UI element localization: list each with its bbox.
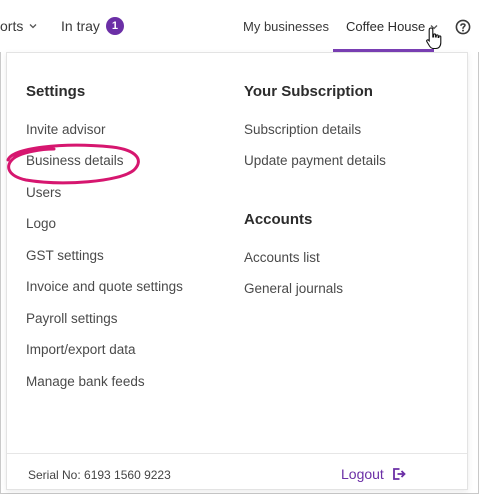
logout-icon [392,468,406,480]
logout-label: Logout [341,466,384,482]
menu-item-general-journals[interactable]: General journals [244,281,343,296]
in-tray-count-badge: 1 [105,17,124,35]
menu-item-update-payment-details[interactable]: Update payment details [244,153,386,168]
chevron-down-icon [29,24,37,29]
menu-item-accounts-list[interactable]: Accounts list [244,250,320,265]
nav-in-tray-label: In tray [61,18,100,34]
menu-item-invoice-quote-settings[interactable]: Invoice and quote settings [26,279,183,294]
menu-item-logo[interactable]: Logo [26,216,56,231]
hand-cursor-icon [426,27,442,50]
top-navigation: orts In tray 1 My businesses Coffee Hous… [0,0,479,52]
accounts-heading: Accounts [244,211,313,228]
footer-divider [7,453,467,454]
menu-item-manage-bank-feeds[interactable]: Manage bank feeds [26,374,145,389]
menu-item-users[interactable]: Users [26,185,61,200]
settings-heading: Settings [26,83,86,100]
question-circle-icon[interactable] [455,19,471,35]
menu-item-subscription-details[interactable]: Subscription details [244,122,361,137]
subscription-heading: Your Subscription [244,83,373,100]
business-name-label: Coffee House [346,19,426,34]
business-settings-dropdown: Settings Invite advisor Business details… [6,52,468,490]
nav-reports[interactable]: orts [0,18,38,34]
menu-item-invite-advisor[interactable]: Invite advisor [26,122,106,137]
nav-in-tray[interactable]: In tray 1 [61,17,124,35]
nav-reports-label: orts [0,18,24,34]
menu-item-payroll-settings[interactable]: Payroll settings [26,311,118,326]
menu-item-business-details[interactable]: Business details [26,153,124,168]
nav-my-businesses[interactable]: My businesses [243,19,329,34]
menu-item-import-export-data[interactable]: Import/export data [26,342,136,357]
menu-item-gst-settings[interactable]: GST settings [26,248,104,263]
serial-number: Serial No: 6193 1560 9223 [28,468,171,482]
logout-button[interactable]: Logout [341,466,406,482]
